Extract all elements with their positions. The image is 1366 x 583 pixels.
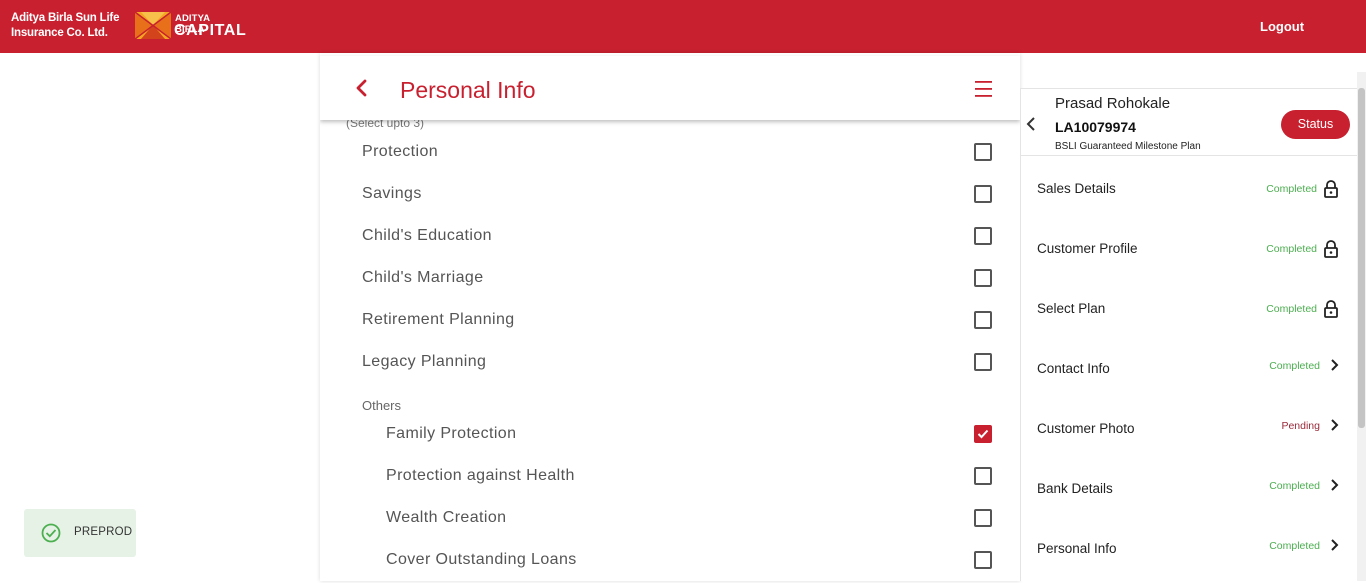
application-id: LA10079974 (1055, 119, 1136, 135)
chevron-right-icon (1326, 535, 1344, 555)
step-status: Completed (1266, 303, 1317, 315)
goal-option-row[interactable]: Savings (320, 177, 1020, 219)
checkbox[interactable] (974, 185, 992, 203)
step-name: Contact Info (1037, 361, 1110, 376)
capital-logo: ADITYA BIRLA CAPITAL (135, 12, 246, 40)
journey-step-item[interactable]: Customer Photo Pending (1021, 403, 1357, 463)
plan-name: BSLI Guaranteed Milestone Plan (1055, 141, 1201, 152)
environment-label: PREPROD (74, 526, 133, 538)
checkbox[interactable] (974, 509, 992, 527)
capital-sun-icon (135, 12, 171, 39)
check-circle-icon (41, 523, 61, 543)
step-name: Customer Profile (1037, 241, 1138, 256)
lock-icon (1322, 239, 1340, 259)
goal-option-row[interactable]: Protection against Health (320, 459, 1020, 501)
goal-option-row[interactable]: Legacy Planning (320, 345, 1020, 387)
goal-option-row[interactable]: Child's Marriage (320, 261, 1020, 303)
step-status: Completed (1266, 243, 1317, 255)
back-arrow-icon[interactable] (352, 78, 372, 98)
customer-name: Prasad Rohokale (1055, 95, 1171, 112)
goal-option-label: Protection against Health (386, 467, 575, 484)
scrollbar-thumb[interactable] (1358, 88, 1365, 428)
goal-option-row[interactable]: Family Protection (320, 417, 1020, 459)
goal-option-label: Cover Outstanding Loans (386, 551, 577, 568)
top-bar: Aditya Birla Sun Life Insurance Co. Ltd.… (0, 0, 1366, 53)
checkbox[interactable] (974, 143, 992, 161)
goal-option-label: Protection (362, 143, 439, 160)
checkbox[interactable] (974, 311, 992, 329)
proposal-header: Prasad Rohokale LA10079974 BSLI Guarante… (1021, 88, 1357, 156)
step-status: Completed (1269, 540, 1320, 552)
goal-option-label: Savings (362, 185, 422, 202)
step-name: Select Plan (1037, 301, 1106, 316)
journey-step-item[interactable]: Select Plan Completed (1021, 283, 1357, 343)
journey-step-item[interactable]: Customer Profile Completed (1021, 223, 1357, 283)
goal-option-row[interactable]: Wealth Creation (320, 501, 1020, 543)
goal-option-label: Legacy Planning (362, 353, 487, 370)
goal-option-row[interactable]: Cover Outstanding Loans (320, 543, 1020, 581)
chevron-right-icon (1326, 475, 1344, 495)
lock-icon (1322, 299, 1340, 319)
checkbox-checked[interactable] (974, 425, 992, 443)
chevron-left-icon[interactable] (1026, 117, 1036, 131)
logout-button[interactable]: Logout (1260, 19, 1304, 34)
journey-step-item[interactable]: Contact Info Completed (1021, 343, 1357, 403)
journey-step-item[interactable]: Personal Info Completed (1021, 523, 1357, 583)
goal-option-label: Wealth Creation (386, 509, 507, 526)
goal-option-row[interactable]: Child's Education (320, 219, 1020, 261)
step-name: Customer Photo (1037, 421, 1135, 436)
step-status: Completed (1269, 480, 1320, 492)
hamburger-menu-icon[interactable] (974, 80, 994, 98)
checkbox[interactable] (974, 227, 992, 245)
checkbox[interactable] (974, 467, 992, 485)
page-title: Personal Info (400, 77, 536, 103)
step-name: Personal Info (1037, 541, 1117, 556)
status-button[interactable]: Status (1281, 110, 1350, 139)
step-name: Sales Details (1037, 181, 1116, 196)
goal-option-label: Retirement Planning (362, 311, 515, 328)
checkbox[interactable] (974, 269, 992, 287)
proposal-sidebar: Prasad Rohokale LA10079974 BSLI Guarante… (1020, 88, 1357, 583)
step-status: Completed (1266, 183, 1317, 195)
step-status: Completed (1269, 360, 1320, 372)
goal-option-label: Family Protection (386, 425, 517, 442)
goal-option-label: Child's Education (362, 227, 492, 244)
step-status: Pending (1281, 420, 1320, 432)
journey-step-item[interactable]: Sales Details Completed (1021, 163, 1357, 223)
goal-option-label: Child's Marriage (362, 269, 484, 286)
chevron-right-icon (1326, 415, 1344, 435)
environment-badge: PREPROD (24, 509, 136, 557)
checkbox[interactable] (974, 353, 992, 371)
journey-step-item[interactable]: Bank Details Completed (1021, 463, 1357, 523)
others-label: Others (362, 398, 402, 413)
panel-header: Personal Info (320, 56, 1020, 120)
chevron-right-icon (1326, 355, 1344, 375)
checkbox[interactable] (974, 551, 992, 569)
step-name: Bank Details (1037, 481, 1113, 496)
brand-line1: Aditya Birla Sun Life (11, 12, 120, 24)
capital-line2: CAPITAL (174, 22, 247, 39)
brand-line2: Insurance Co. Ltd. (11, 27, 108, 39)
personal-info-panel: Personal Info (Select upto 3) Protection… (320, 53, 1020, 581)
goal-option-row[interactable]: Protection (320, 135, 1020, 177)
lock-icon (1322, 179, 1340, 199)
goal-option-row[interactable]: Retirement Planning (320, 303, 1020, 345)
insurer-logo: Aditya Birla Sun Life Insurance Co. Ltd. (11, 11, 119, 41)
